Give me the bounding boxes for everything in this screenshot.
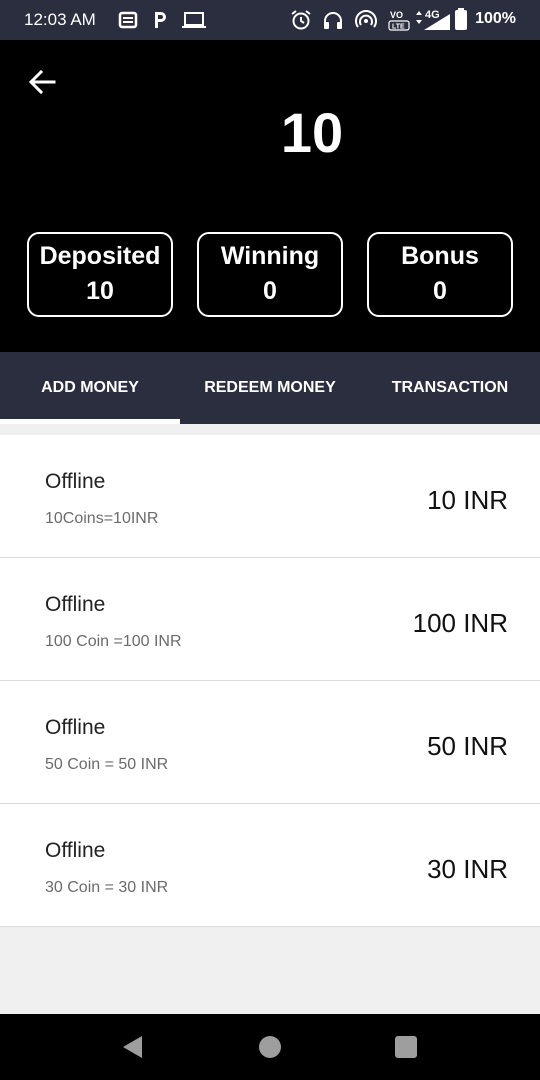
stat-label: Deposited: [39, 242, 161, 270]
stat-label: Bonus: [401, 242, 479, 270]
option-rate: 30 Coin = 30 INR: [45, 879, 169, 896]
stat-label: Winning: [220, 242, 320, 270]
option-title: Offline: [45, 839, 106, 862]
option-amount: 100 INR: [412, 608, 508, 638]
back-button[interactable]: [24, 64, 60, 100]
option-title: Offline: [45, 470, 106, 493]
status-time: 12:03 AM: [24, 10, 96, 29]
nav-home-button[interactable]: [257, 1034, 283, 1060]
list-item[interactable]: Offline 10Coins=10INR 10 INR: [0, 435, 540, 558]
nav-back-button[interactable]: [120, 1034, 146, 1060]
option-rate: 10Coins=10INR: [45, 510, 159, 527]
tab-transaction[interactable]: TRANSACTION: [360, 352, 540, 424]
stat-value: 0: [263, 277, 277, 305]
add-money-options: Offline 10Coins=10INR 10 INR Offline 100…: [0, 435, 540, 927]
wallet-tabs: ADD MONEY REDEEM MONEY TRANSACTION: [0, 352, 540, 424]
option-title: Offline: [45, 593, 106, 616]
svg-text:4G: 4G: [425, 9, 440, 21]
battery-icon: [455, 8, 467, 30]
option-rate: 100 Coin =100 INR: [45, 633, 182, 650]
active-tab-indicator: [0, 419, 180, 424]
headphones-icon: [322, 10, 344, 30]
laptop-icon: [182, 10, 206, 30]
wallet-header: 10 Deposited 10 Winning 0 Bonus 0: [0, 40, 540, 352]
stat-bonus: Bonus 0: [367, 232, 513, 317]
svg-text:LTE: LTE: [392, 24, 405, 31]
notification-icon: [118, 10, 138, 30]
option-rate: 50 Coin = 50 INR: [45, 756, 169, 773]
signal-4g-icon: 4G: [414, 6, 454, 30]
system-nav-bar: [0, 1014, 540, 1080]
list-item[interactable]: Offline 100 Coin =100 INR 100 INR: [0, 558, 540, 681]
stat-deposited: Deposited 10: [27, 232, 173, 317]
alarm-icon: [290, 10, 312, 30]
list-item[interactable]: Offline 30 Coin = 30 INR 30 INR: [0, 804, 540, 927]
option-amount: 10 INR: [427, 485, 508, 515]
stat-value: 10: [86, 277, 114, 305]
svg-text:VO: VO: [390, 10, 403, 20]
battery-percent: 100%: [475, 10, 516, 27]
option-amount: 30 INR: [427, 854, 508, 884]
paytm-icon: [152, 10, 168, 30]
square-recents-icon: [395, 1036, 417, 1058]
volte-icon: VO LTE: [388, 8, 414, 31]
nav-recents-button[interactable]: [393, 1034, 419, 1060]
stat-value: 0: [433, 277, 447, 305]
option-title: Offline: [45, 716, 106, 739]
wallet-balance: 10: [280, 101, 344, 164]
tab-redeem-money[interactable]: REDEEM MONEY: [180, 352, 360, 424]
triangle-back-icon: [123, 1036, 142, 1058]
option-amount: 50 INR: [427, 731, 508, 761]
status-bar: 12:03 AM VO LTE 4G 100%: [0, 0, 540, 40]
arrow-left-icon: [28, 69, 56, 95]
hotspot-icon: [355, 10, 377, 30]
circle-home-icon: [259, 1036, 281, 1058]
list-item[interactable]: Offline 50 Coin = 50 INR 50 INR: [0, 681, 540, 804]
tab-add-money[interactable]: ADD MONEY: [0, 352, 180, 424]
stat-winning: Winning 0: [197, 232, 343, 317]
